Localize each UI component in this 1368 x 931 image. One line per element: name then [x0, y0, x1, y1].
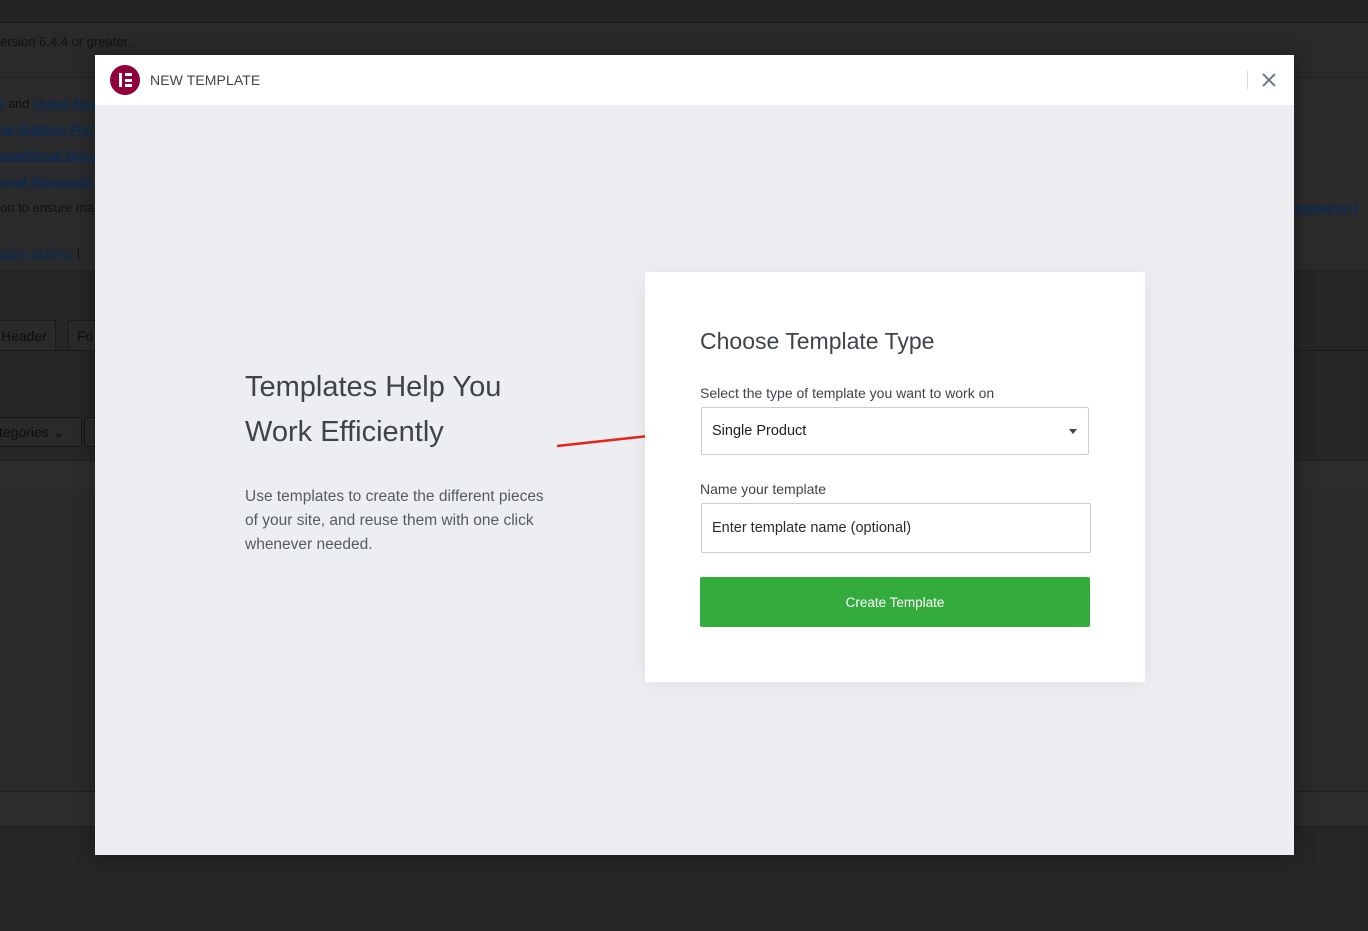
notice-line-1: t and Quick Fea [0, 96, 96, 111]
template-type-select[interactable]: Single Product [701, 407, 1089, 455]
create-template-button[interactable]: Create Template [700, 577, 1090, 627]
notice-link[interactable]: onditional Disco [0, 148, 101, 163]
template-type-label: Select the type of template you want to … [700, 385, 995, 401]
version-notice-text: ersion 6.4.4 or greater. [0, 34, 131, 49]
notice-link[interactable]: Quick Fea [33, 96, 95, 111]
header-divider [1247, 71, 1248, 89]
form-title: Choose Template Type [700, 328, 935, 354]
modal-title: New Template [150, 72, 261, 88]
admin-top-strip [0, 0, 1368, 23]
template-name-label: Name your template [700, 481, 827, 497]
activating-plugins-link[interactable]: ating plugins [0, 246, 73, 261]
modal-header: New Template [95, 55, 1294, 105]
intro-heading: Templates Help You Work Efficiently [245, 371, 502, 448]
template-form-card: Choose Template Type Select the type of … [645, 272, 1145, 682]
notice-text: ommerce ( [1292, 200, 1358, 215]
elementor-logo-icon [110, 65, 140, 95]
close-icon [1262, 73, 1276, 87]
caret-down-icon [1069, 429, 1077, 434]
notice-link[interactable]: onal Discounts [0, 174, 93, 189]
categories-filter[interactable]: tegories ⌄ [0, 417, 82, 447]
template-name-input[interactable] [701, 503, 1091, 553]
template-type-value: Single Product [712, 423, 807, 439]
tab-header[interactable]: Header [0, 320, 56, 351]
notice-text: on to ensure ma [0, 200, 94, 215]
notice-link[interactable]: ve Addons For E [0, 122, 103, 137]
intro-text: Use templates to create the different pi… [245, 488, 544, 553]
notice-actions: ating plugins | [0, 246, 80, 261]
new-template-modal: New Template Templates Help You Work Eff… [95, 55, 1294, 855]
close-button[interactable] [1256, 67, 1282, 93]
